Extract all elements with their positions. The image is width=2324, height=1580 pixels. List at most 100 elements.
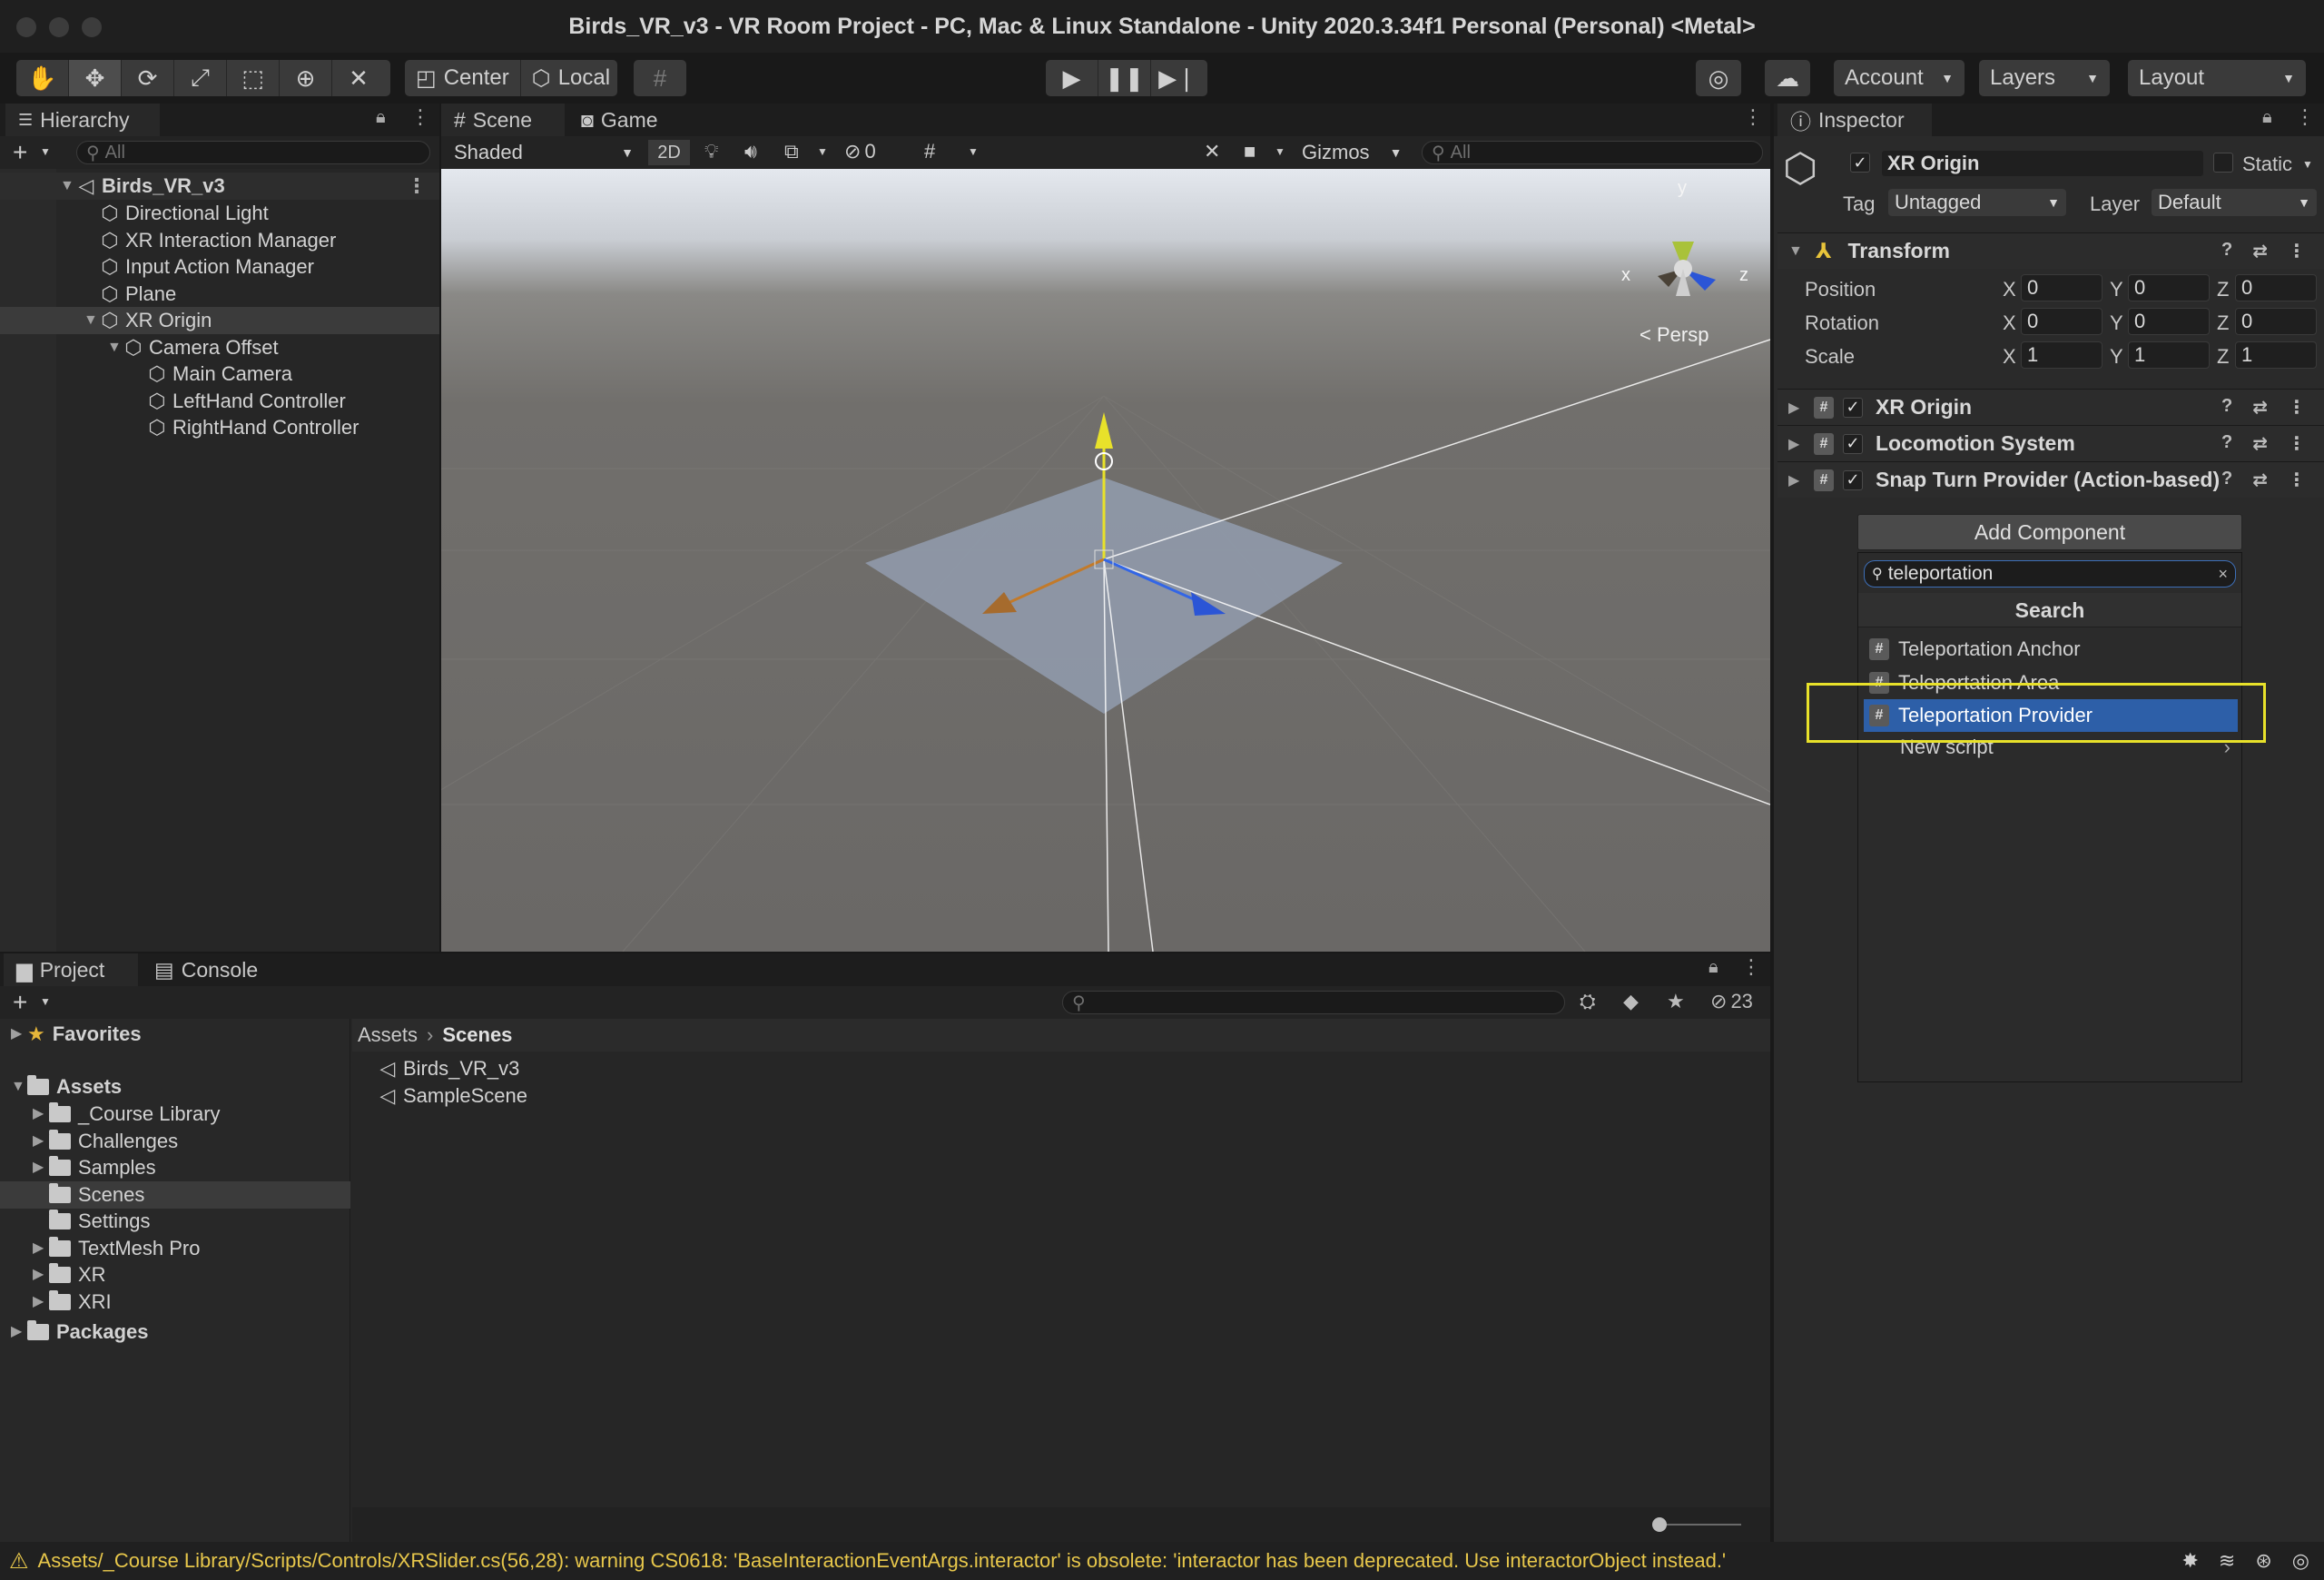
expand-arrow-icon[interactable]: ▼ [60,173,76,200]
more-options-icon[interactable]: ⋮ [410,105,430,129]
favorites-star-icon[interactable]: ★ [1667,990,1685,1013]
component-enabled-checkbox[interactable]: ✓ [1843,397,1863,418]
scene-search-input[interactable]: ⚲ All [1422,141,1763,164]
component-header[interactable]: ▶ # ✓ Locomotion System? ⇄ ⋮ [1777,425,2324,461]
expand-arrow-icon[interactable]: ▶ [1788,471,1805,489]
status-message[interactable]: Assets/_Course Library/Scripts/Controls/… [38,1549,1727,1573]
custom-tool-icon[interactable]: ✕ [332,60,385,96]
expand-arrow-icon[interactable]: ▼ [84,307,100,334]
toggle-2d-button[interactable]: 2D [648,140,690,165]
project-folder-item[interactable]: ▶ XRI [0,1289,350,1316]
layers-dropdown[interactable]: Layers ▼ [1979,60,2110,96]
play-button[interactable]: ▶ [1046,60,1098,96]
grid-snap-icon[interactable]: # [634,60,686,96]
lighting-toggle-icon[interactable]: 💡︎ [704,140,718,163]
scene-viewport[interactable]: y x z < Persp [441,169,1770,952]
expand-arrow-icon[interactable]: ▼ [11,1073,27,1101]
hierarchy-item[interactable]: ⬡ Plane [0,281,439,308]
component-result-item[interactable]: # Teleportation Anchor [1864,633,2238,666]
hand-tool-icon[interactable]: ✋ [16,60,69,96]
tab-game[interactable]: ◙ Game [568,104,686,136]
expand-arrow-icon[interactable]: ▼ [107,334,123,361]
add-component-button[interactable]: Add Component [1857,514,2242,550]
transform-y-field[interactable]: 1 [2128,341,2210,369]
project-folder-item[interactable]: ▶ TextMesh Pro [0,1235,350,1262]
transform-header[interactable]: ▼ ⅄ Transform ? ⇄ ⋮ [1777,232,2324,269]
rect-tool-icon[interactable]: ⬚ [227,60,280,96]
project-folder-item[interactable]: Settings [0,1208,350,1235]
component-enabled-checkbox[interactable]: ✓ [1843,469,1863,490]
static-checkbox[interactable] [2213,153,2233,173]
hidden-objects-toggle[interactable]: ⊘ 0 [844,140,876,163]
hierarchy-item[interactable]: ⬡ Directional Light [0,200,439,227]
tools-icon[interactable]: ✕ [1204,140,1220,163]
breadcrumb-assets[interactable]: Assets [358,1023,418,1047]
y-arrow-head[interactable] [1095,412,1113,449]
rotate-tool-icon[interactable]: ⟳ [122,60,174,96]
scale-tool-icon[interactable]: ⤢ [174,60,227,96]
active-checkbox[interactable]: ✓ [1850,153,1870,173]
project-folder-item[interactable]: ▶ XR [0,1261,350,1289]
expand-arrow-icon[interactable]: ▶ [11,1021,27,1048]
effects-toggle-icon[interactable]: ⧉ [784,140,799,163]
hierarchy-item[interactable]: ⬡ RightHand Controller [0,414,439,441]
presets-icon[interactable]: ⇄ [2252,432,2268,455]
progress-check-icon[interactable]: ◎ [2292,1549,2309,1573]
grid-toggle-icon[interactable]: # [924,140,935,163]
chevron-down-icon[interactable]: ▼ [40,145,51,158]
more-options-icon[interactable]: ⋮ [2288,469,2306,491]
more-options-icon[interactable]: ⋮ [1743,105,1763,129]
expand-arrow-icon[interactable]: ▶ [33,1101,49,1128]
collab-icon[interactable]: ◎ [1696,60,1741,96]
more-options-icon[interactable]: ⋮ [1741,955,1761,979]
chevron-down-icon[interactable]: ▼ [40,995,51,1008]
expand-arrow-icon[interactable]: ▶ [33,1261,49,1289]
transform-z-field[interactable]: 0 [2235,274,2317,301]
camera-icon[interactable]: ■ [1244,140,1256,163]
project-search-input[interactable]: ⚲ [1062,991,1565,1014]
filter-by-label-icon[interactable]: ◆ [1623,990,1639,1013]
icon-size-slider-thumb[interactable] [1652,1517,1667,1532]
project-folder-item[interactable]: ▶ _Course Library [0,1101,350,1128]
step-button[interactable]: ▶❘ [1151,60,1204,96]
expand-arrow-icon[interactable]: ▶ [1788,399,1805,417]
hierarchy-item[interactable]: ▼ ⬡ XR Origin [0,307,439,334]
pivot-center-button[interactable]: ◰ Center [405,60,521,96]
project-file-item[interactable]: ◁ Birds_VR_v3 [378,1055,520,1082]
component-header[interactable]: ▶ # ✓ Snap Turn Provider (Action-based)? ⇄ ⋮ [1777,461,2324,498]
expand-arrow-icon[interactable]: ▼ [1788,243,1805,260]
transform-tool-icon[interactable]: ⊕ [280,60,332,96]
hierarchy-item[interactable]: ⬡ Input Action Manager [0,253,439,281]
packages-row[interactable]: ▶ Packages [0,1318,350,1346]
icon-size-slider-track[interactable] [1659,1524,1741,1526]
pause-button[interactable]: ❚❚ [1098,60,1151,96]
project-file-item[interactable]: ◁ SampleScene [378,1082,527,1110]
help-icon[interactable]: ? [2221,432,2232,455]
project-folder-item[interactable]: ▶ Challenges [0,1128,350,1155]
object-name-field[interactable]: XR Origin [1881,150,2204,177]
add-icon[interactable]: + [13,988,27,1017]
tab-project[interactable]: ▆ Project [4,953,138,986]
hidden-packages-toggle[interactable]: ⊘ 23 [1710,990,1753,1013]
layout-dropdown[interactable]: Layout ▼ [2128,60,2306,96]
debug-icon[interactable]: ✸ [2181,1549,2198,1573]
add-icon[interactable]: + [13,138,27,167]
filter-by-type-icon[interactable]: ⛭ [1580,990,1596,1013]
more-options-icon[interactable]: ⋮ [2288,240,2306,262]
expand-arrow-icon[interactable]: ▶ [11,1318,27,1346]
audio-toggle-icon[interactable]: 🔊︎ [744,140,757,163]
scene-root-row[interactable]: ▼ ◁ Birds_VR_v3 ⋮ [0,173,439,200]
project-folder-item[interactable]: ▶ Samples [0,1154,350,1181]
hierarchy-item[interactable]: ▼ ⬡ Camera Offset [0,334,439,361]
transform-z-field[interactable]: 0 [2235,308,2317,335]
help-icon[interactable]: ? [2221,469,2232,491]
chevron-down-icon[interactable]: ▼ [968,145,979,158]
expand-arrow-icon[interactable]: ▶ [33,1235,49,1262]
tab-hierarchy[interactable]: ☰ Hierarchy [5,104,160,136]
expand-arrow-icon[interactable]: ▶ [33,1289,49,1316]
transform-z-field[interactable]: 1 [2235,341,2317,369]
expand-arrow-icon[interactable]: ▶ [33,1154,49,1181]
tab-scene[interactable]: # Scene [441,104,565,136]
hierarchy-item[interactable]: ⬡ XR Interaction Manager [0,227,439,254]
presets-icon[interactable]: ⇄ [2252,240,2268,262]
